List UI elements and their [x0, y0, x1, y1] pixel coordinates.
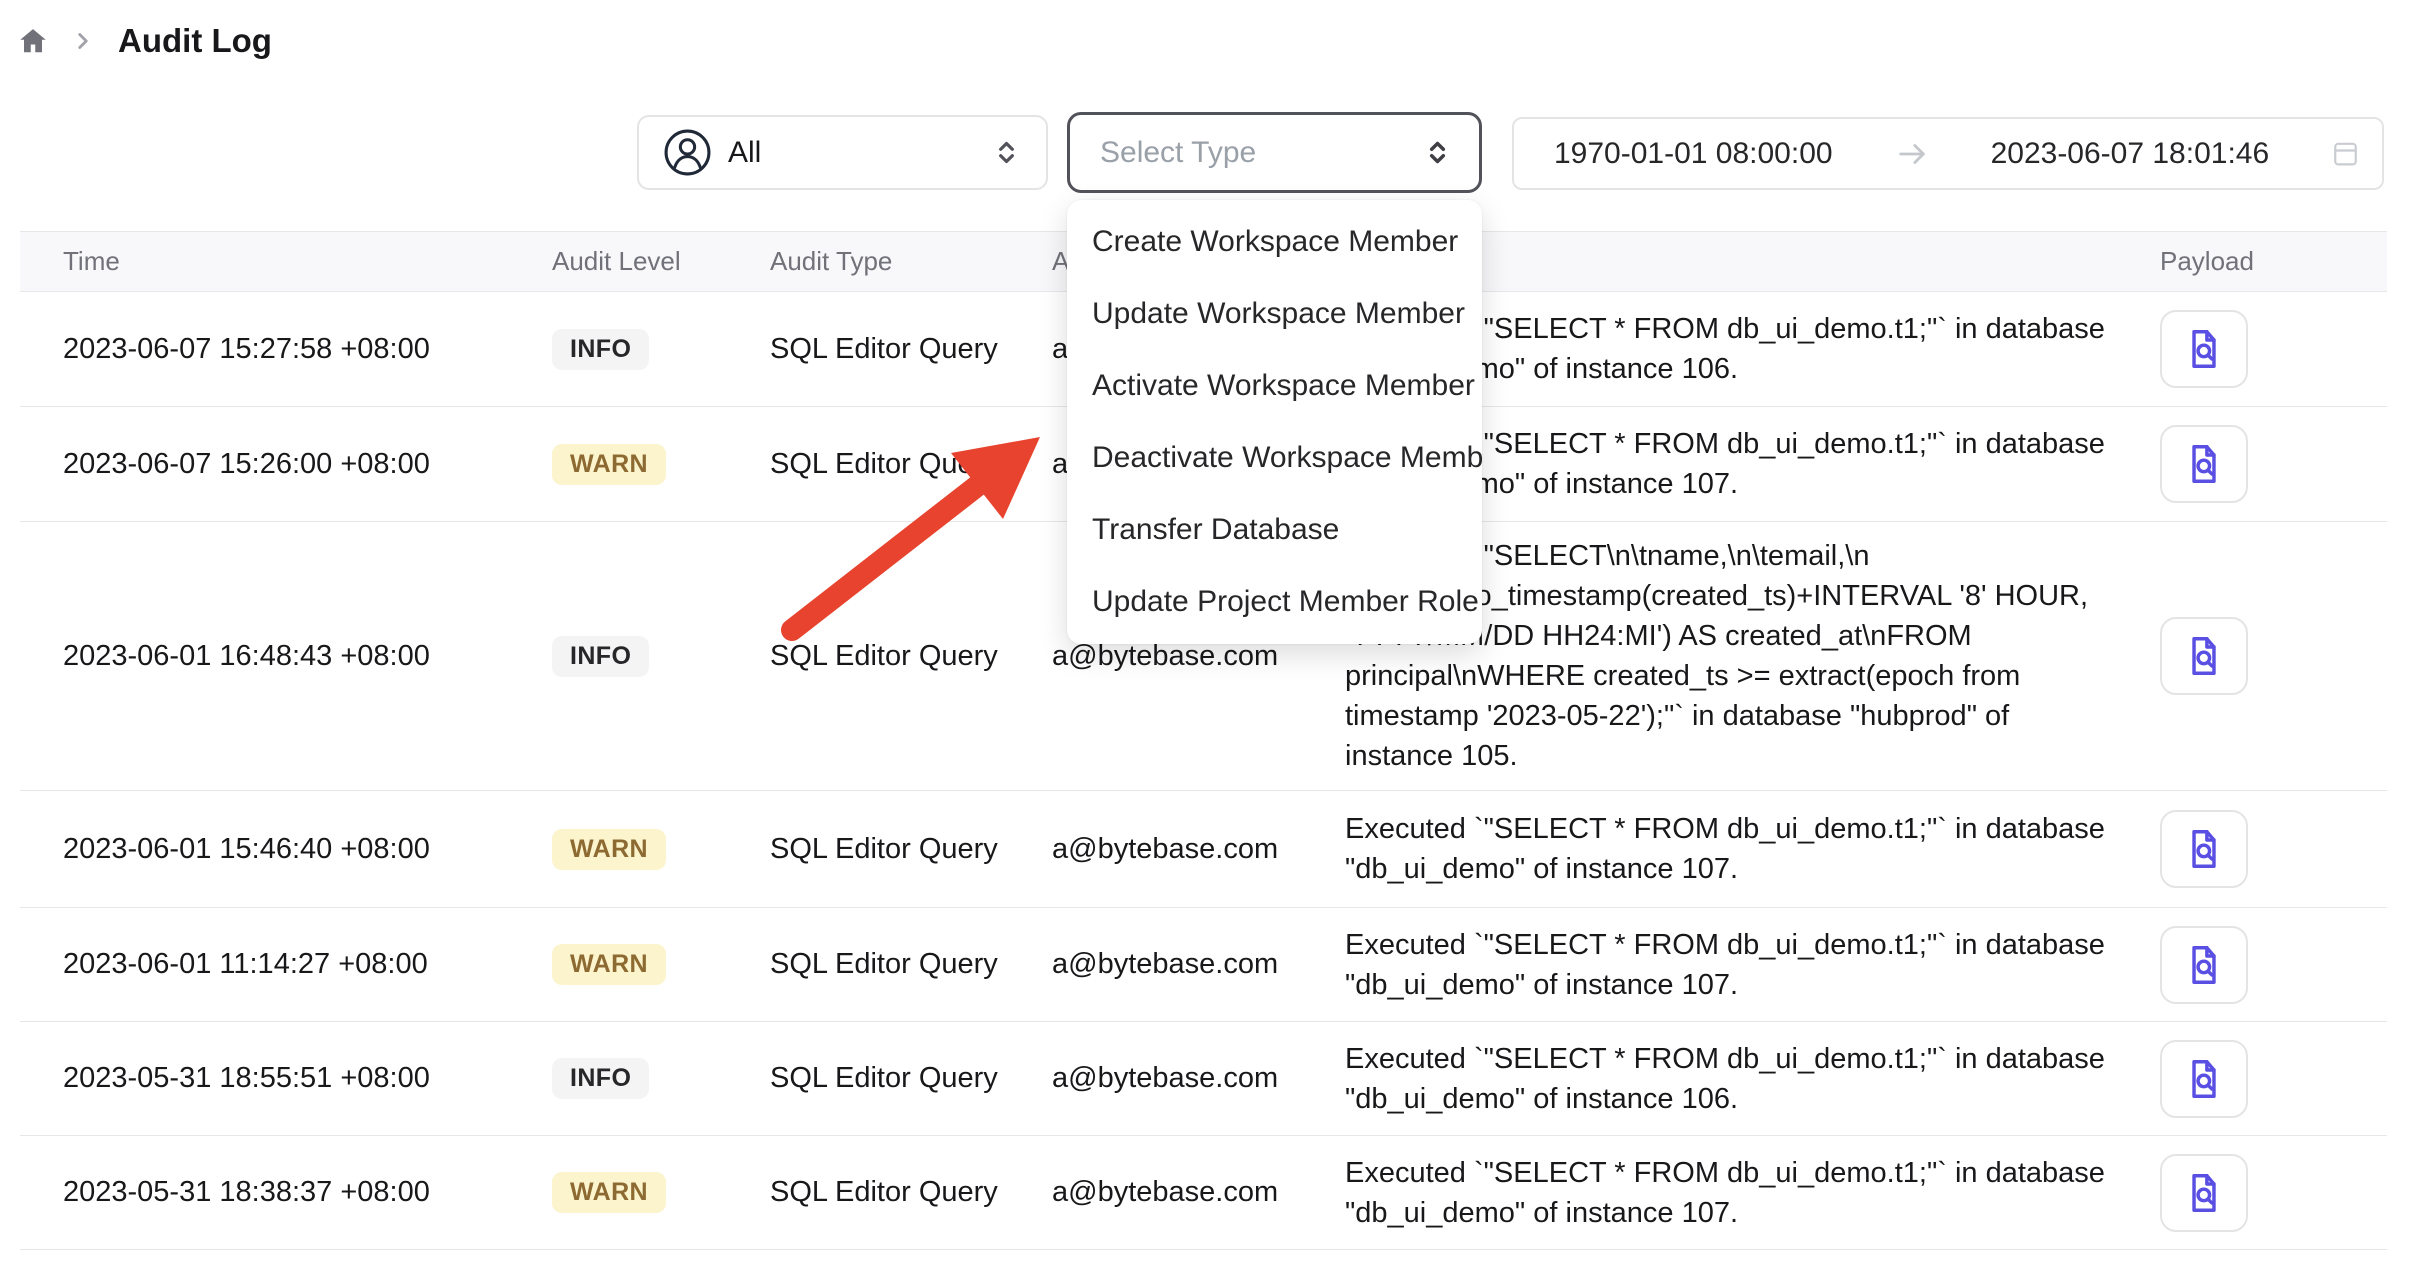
audit-actor: a@bytebase.com: [1052, 948, 1345, 981]
arrow-right-icon: [1895, 137, 1929, 171]
view-payload-button[interactable]: [2160, 810, 2248, 888]
menu-item-update-workspace-member[interactable]: Update Workspace Member: [1067, 278, 1482, 350]
audit-time: 2023-06-07 15:26:00 +08:00: [20, 448, 552, 481]
audit-actor: a@bytebase.com: [1052, 1176, 1345, 1209]
audit-time: 2023-05-31 18:38:37 +08:00: [20, 1176, 552, 1209]
view-payload-button[interactable]: [2160, 1040, 2248, 1118]
audit-time: 2023-05-31 18:55:51 +08:00: [20, 1062, 552, 1095]
chevron-updown-icon: [991, 137, 1022, 168]
type-filter-placeholder: Select Type: [1100, 136, 1422, 170]
audit-type: SQL Editor Query: [770, 833, 1052, 866]
audit-level-badge: WARN: [552, 944, 666, 985]
audit-type: SQL Editor Query: [770, 333, 1052, 366]
audit-comment: Executed `"SELECT * FROM db_ui_demo.t1;"…: [1345, 809, 2155, 889]
menu-item-activate-workspace-member[interactable]: Activate Workspace Member: [1067, 350, 1482, 422]
page-title: Audit Log: [118, 22, 272, 60]
calendar-icon[interactable]: [2331, 139, 2360, 168]
breadcrumb: Audit Log: [18, 22, 272, 60]
audit-level-badge: WARN: [552, 829, 666, 870]
audit-actor: a@bytebase.com: [1052, 833, 1345, 866]
menu-item-deactivate-workspace-member[interactable]: Deactivate Workspace Member: [1067, 422, 1482, 494]
file-search-icon: [2181, 633, 2227, 679]
home-icon[interactable]: [18, 26, 48, 56]
view-payload-button[interactable]: [2160, 310, 2248, 388]
view-payload-button[interactable]: [2160, 617, 2248, 695]
audit-level-badge: WARN: [552, 1172, 666, 1213]
audit-time: 2023-06-01 16:48:43 +08:00: [20, 640, 552, 673]
audit-type: SQL Editor Query: [770, 1176, 1052, 1209]
view-payload-button[interactable]: [2160, 926, 2248, 1004]
col-header-time: Time: [20, 246, 552, 277]
audit-actor: a@bytebase.com: [1052, 640, 1345, 673]
audit-comment: Executed `"SELECT * FROM db_ui_demo.t1;"…: [1345, 925, 2155, 1005]
type-filter-dropdown: Create Workspace Member Update Workspace…: [1067, 200, 1482, 644]
date-range-picker[interactable]: 1970-01-01 08:00:00 2023-06-07 18:01:46: [1512, 117, 2384, 190]
audit-comment: Executed `"SELECT * FROM db_ui_demo.t1;"…: [1345, 1153, 2155, 1233]
col-header-payload: Payload: [2155, 246, 2387, 277]
audit-type: SQL Editor Query: [770, 640, 1052, 673]
table-row: 2023-06-01 11:14:27 +08:00 WARN SQL Edit…: [20, 908, 2387, 1022]
audit-type: SQL Editor Query: [770, 1062, 1052, 1095]
file-search-icon: [2181, 1170, 2227, 1216]
file-search-icon: [2181, 826, 2227, 872]
actor-filter-value: All: [728, 136, 991, 170]
view-payload-button[interactable]: [2160, 1154, 2248, 1232]
table-row: 2023-05-31 18:38:37 +08:00 WARN SQL Edit…: [20, 1136, 2387, 1250]
menu-item-create-workspace-member[interactable]: Create Workspace Member: [1067, 206, 1482, 278]
audit-type: SQL Editor Query: [770, 448, 1052, 481]
audit-time: 2023-06-01 11:14:27 +08:00: [20, 948, 552, 981]
audit-level-badge: INFO: [552, 636, 649, 677]
col-header-level: Audit Level: [552, 246, 770, 277]
file-search-icon: [2181, 1056, 2227, 1102]
view-payload-button[interactable]: [2160, 425, 2248, 503]
audit-time: 2023-06-01 15:46:40 +08:00: [20, 833, 552, 866]
file-search-icon: [2181, 441, 2227, 487]
actor-filter-select[interactable]: All: [637, 115, 1048, 190]
file-search-icon: [2181, 942, 2227, 988]
audit-type: SQL Editor Query: [770, 948, 1052, 981]
menu-item-update-project-member[interactable]: Update Project Member Role: [1067, 566, 1482, 638]
chevron-right-icon: [70, 28, 96, 54]
type-filter-select[interactable]: Select Type: [1067, 112, 1482, 193]
audit-level-badge: INFO: [552, 1058, 649, 1099]
audit-level-badge: WARN: [552, 444, 666, 485]
date-range-start[interactable]: 1970-01-01 08:00:00: [1554, 137, 1833, 171]
audit-comment: Executed `"SELECT * FROM db_ui_demo.t1;"…: [1345, 1039, 2155, 1119]
date-range-end[interactable]: 2023-06-07 18:01:46: [1991, 137, 2270, 171]
file-search-icon: [2181, 326, 2227, 372]
col-header-type: Audit Type: [770, 246, 1052, 277]
chevron-updown-icon: [1422, 137, 1453, 168]
table-row: 2023-05-31 18:55:51 +08:00 INFO SQL Edit…: [20, 1022, 2387, 1136]
audit-actor: a@bytebase.com: [1052, 1062, 1345, 1095]
menu-item-transfer-database[interactable]: Transfer Database: [1067, 494, 1482, 566]
user-circle-icon: [663, 128, 712, 177]
audit-level-badge: INFO: [552, 329, 649, 370]
audit-time: 2023-06-07 15:27:58 +08:00: [20, 333, 552, 366]
table-row: 2023-06-01 15:46:40 +08:00 WARN SQL Edit…: [20, 791, 2387, 908]
